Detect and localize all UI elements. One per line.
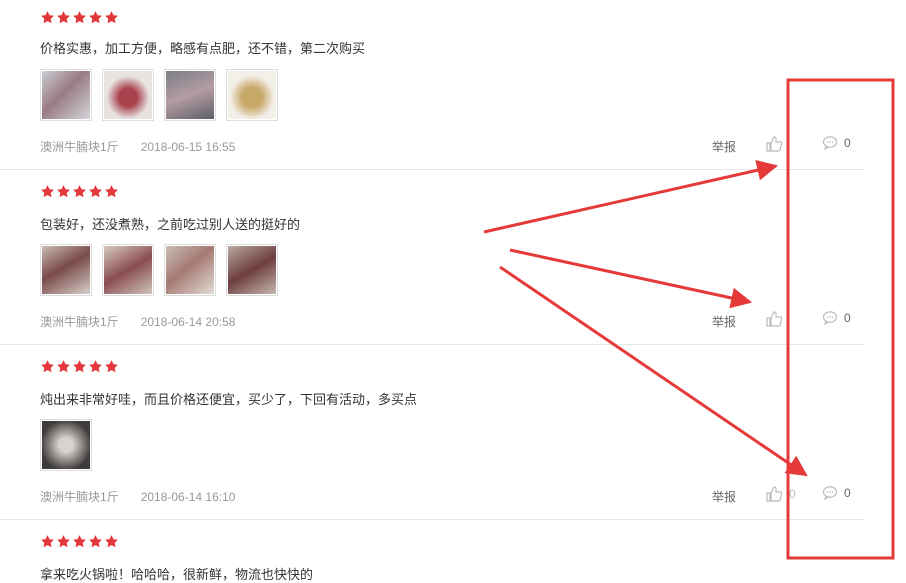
comment-button[interactable]: 0 — [822, 485, 851, 501]
review-images — [40, 419, 92, 471]
star-icon — [72, 10, 87, 25]
review-item: 价格实惠，加工方便，略感有点肥，还不错，第二次购买 澳洲牛腩块1斤 2018-06… — [0, 0, 865, 170]
review-images — [40, 244, 278, 296]
thumbs-up-icon — [765, 135, 783, 153]
product-spec: 澳洲牛腩块1斤 — [40, 490, 119, 504]
review-date: 2018-06-15 16:55 — [140, 140, 236, 154]
comment-bubble-icon — [822, 485, 838, 501]
star-rating — [40, 359, 119, 374]
review-image-thumbnail[interactable] — [40, 69, 92, 121]
comment-button[interactable]: 0 — [822, 135, 851, 151]
star-icon — [88, 10, 103, 25]
review-text: 拿来吃火锅啦！哈哈哈，很新鲜，物流也快快的 — [40, 567, 314, 582]
product-spec: 澳洲牛腩块1斤 — [40, 315, 119, 329]
star-icon — [56, 10, 71, 25]
star-rating — [40, 10, 119, 25]
comment-count: 0 — [844, 486, 851, 500]
review-image-thumbnail[interactable] — [226, 244, 278, 296]
star-icon — [56, 184, 71, 199]
star-icon — [56, 534, 71, 549]
comment-bubble-icon — [822, 135, 838, 151]
review-image-thumbnail[interactable] — [102, 69, 154, 121]
comment-count: 0 — [844, 311, 851, 325]
report-link[interactable]: 举报 — [712, 313, 736, 330]
star-icon — [104, 534, 119, 549]
review-image-thumbnail[interactable] — [164, 69, 216, 121]
star-icon — [56, 359, 71, 374]
review-image-thumbnail[interactable] — [164, 244, 216, 296]
review-image-thumbnail[interactable] — [40, 419, 92, 471]
review-meta: 澳洲牛腩块1斤 2018-06-15 16:55 — [40, 138, 235, 155]
star-icon — [40, 534, 55, 549]
review-date: 2018-06-14 20:58 — [140, 315, 236, 329]
thumbs-up-icon — [765, 485, 783, 503]
review-meta: 澳洲牛腩块1斤 2018-06-14 16:10 — [40, 488, 235, 505]
comment-button[interactable]: 0 — [822, 310, 851, 326]
star-rating — [40, 534, 119, 549]
comment-count: 0 — [844, 136, 851, 150]
star-icon — [40, 359, 55, 374]
star-icon — [88, 184, 103, 199]
comment-bubble-icon — [822, 310, 838, 326]
review-image-thumbnail[interactable] — [226, 69, 278, 121]
report-link[interactable]: 举报 — [712, 138, 736, 155]
star-icon — [40, 10, 55, 25]
review-image-thumbnail[interactable] — [40, 244, 92, 296]
like-button[interactable] — [765, 135, 789, 153]
like-button[interactable] — [765, 310, 789, 328]
star-icon — [40, 184, 55, 199]
report-link[interactable]: 举报 — [712, 488, 736, 505]
thumbs-up-icon — [765, 310, 783, 328]
like-button[interactable]: 0 — [765, 485, 796, 503]
star-icon — [88, 359, 103, 374]
review-item: 炖出来非常好哇，而且价格还便宜，买少了，下回有活动，多买点 澳洲牛腩块1斤 201… — [0, 345, 865, 520]
star-rating — [40, 184, 119, 199]
review-item: 拿来吃火锅啦！哈哈哈，很新鲜，物流也快快的 — [0, 520, 865, 582]
star-icon — [72, 184, 87, 199]
star-icon — [72, 359, 87, 374]
star-icon — [88, 534, 103, 549]
review-text: 包装好，还没煮熟，之前吃过别人送的挺好的 — [40, 217, 301, 232]
star-icon — [104, 359, 119, 374]
star-icon — [104, 10, 119, 25]
star-icon — [104, 184, 119, 199]
review-text: 价格实惠，加工方便，略感有点肥，还不错，第二次购买 — [40, 41, 366, 56]
review-meta: 澳洲牛腩块1斤 2018-06-14 20:58 — [40, 313, 235, 330]
like-count: 0 — [789, 487, 796, 501]
review-date: 2018-06-14 16:10 — [140, 490, 236, 504]
review-item: 包装好，还没煮熟，之前吃过别人送的挺好的 澳洲牛腩块1斤 2018-06-14 2… — [0, 170, 865, 345]
review-image-thumbnail[interactable] — [102, 244, 154, 296]
star-icon — [72, 534, 87, 549]
product-spec: 澳洲牛腩块1斤 — [40, 140, 119, 154]
review-text: 炖出来非常好哇，而且价格还便宜，买少了，下回有活动，多买点 — [40, 392, 418, 407]
review-images — [40, 69, 278, 121]
